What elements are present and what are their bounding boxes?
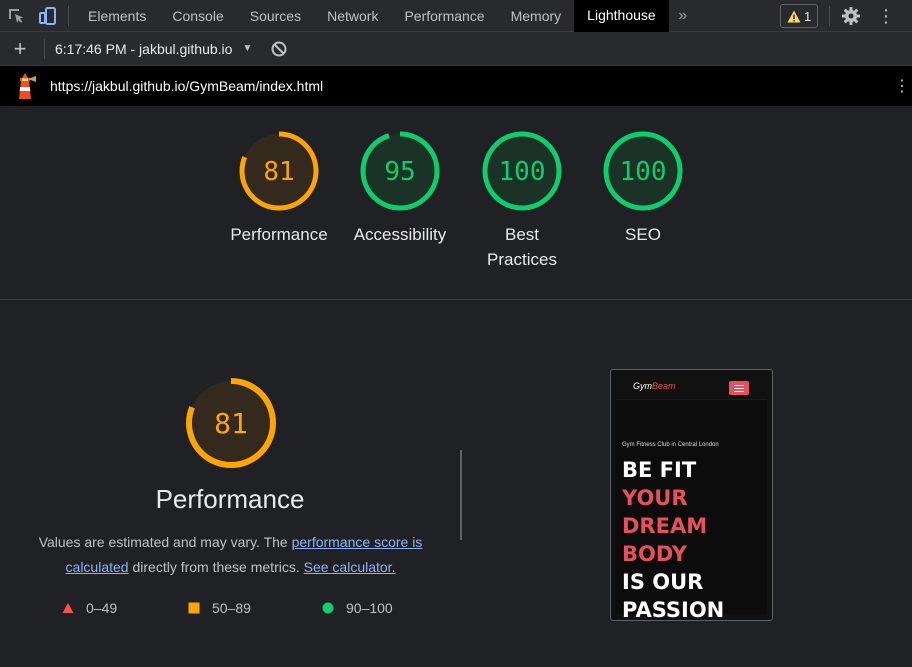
performance-title: Performance: [155, 484, 305, 514]
performance-score-value: 81: [214, 407, 248, 440]
score-value: 100: [620, 157, 667, 187]
tab-console[interactable]: Console: [159, 0, 236, 32]
description-text: Values are estimated and may vary. The: [38, 534, 288, 550]
new-report-button[interactable]: +: [0, 32, 40, 66]
report-selector[interactable]: 6:17:46 PM - jakbul.github.io ▼: [51, 41, 252, 57]
legend-range: 50–89: [212, 600, 251, 616]
toolbar-divider: [829, 6, 830, 26]
section-divider: [460, 450, 462, 540]
warnings-count: 1: [804, 8, 812, 24]
hero-line: PASSION: [622, 598, 725, 621]
tab-performance[interactable]: Performance: [391, 0, 497, 32]
tab-sources[interactable]: Sources: [237, 0, 314, 32]
see-calculator-link[interactable]: See calculator.: [304, 559, 396, 575]
clear-reports-icon[interactable]: [270, 40, 288, 58]
customize-menu-icon[interactable]: ⋮: [874, 4, 898, 28]
toolbar-divider: [44, 38, 45, 59]
toolbar-divider: [68, 5, 69, 26]
legend-item-average: 50–89: [188, 600, 251, 616]
screenshot-logo: GymBeam: [633, 381, 676, 391]
square-icon: [188, 602, 200, 614]
score-label: Performance: [230, 225, 328, 244]
legend-range: 0–49: [86, 600, 118, 616]
score-gauge-accessibility[interactable]: 95 Accessibility: [345, 130, 455, 247]
score-value: 95: [384, 157, 415, 187]
hero-line: DREAM: [622, 514, 708, 538]
lighthouse-logo-icon: [0, 66, 50, 106]
gauge-ring: 100: [482, 131, 562, 211]
report-selector-label: 6:17:46 PM - jakbul.github.io: [55, 40, 233, 57]
hero-line: BODY: [622, 542, 687, 566]
inspect-element-icon[interactable]: [0, 0, 32, 32]
tab-network[interactable]: Network: [314, 0, 391, 32]
performance-section: 81 Performance Values are estimated and …: [0, 300, 912, 667]
lighthouse-toolbar: + 6:17:46 PM - jakbul.github.io ▼: [0, 32, 912, 66]
hero-line: IS OUR: [622, 570, 704, 594]
more-tabs-icon[interactable]: »: [669, 0, 697, 32]
performance-gauge: 81: [186, 378, 276, 468]
settings-gear-icon[interactable]: [838, 4, 864, 28]
legend-item-fail: 0–49: [62, 600, 117, 616]
score-label: Best Practices: [487, 225, 557, 269]
screenshot-page: GymBeam Gym Fitness Club in Central Lond…: [616, 376, 767, 620]
gauge-ring: 100: [603, 131, 683, 211]
devtools-tab-bar: Elements Console Sources Network Perform…: [0, 0, 912, 32]
screenshot-subtitle: Gym Fitness Club in Central London: [622, 442, 719, 448]
screenshot-navbar: GymBeam: [616, 376, 767, 400]
final-screenshot-thumbnail[interactable]: GymBeam Gym Fitness Club in Central Lond…: [610, 369, 773, 621]
hero-line: YOUR: [622, 486, 688, 510]
score-gauge-performance[interactable]: 81 Performance: [224, 130, 334, 247]
report-menu-icon[interactable]: ⋮: [894, 76, 910, 96]
tab-memory[interactable]: Memory: [498, 0, 575, 32]
legend-item-pass: 90–100: [322, 600, 393, 616]
gauge-ring: 95: [360, 131, 440, 211]
warnings-badge[interactable]: 1: [780, 4, 819, 28]
performance-description: Values are estimated and may vary. The p…: [28, 530, 433, 580]
warning-icon: [787, 10, 801, 22]
legend-range: 90–100: [346, 600, 393, 616]
description-text: directly from these metrics.: [132, 559, 300, 575]
score-scale-legend: 0–49 50–89 90–100: [60, 600, 440, 620]
score-value: 100: [499, 157, 546, 187]
gauge-ring: 81: [239, 131, 319, 211]
score-gauge-best-practices[interactable]: 100 Best Practices: [467, 130, 577, 272]
score-value: 81: [263, 157, 294, 187]
dropdown-caret-icon: ▼: [242, 43, 253, 54]
score-summary: 81 Performance 95 Accessibility 100 Best…: [0, 106, 912, 300]
tab-elements[interactable]: Elements: [75, 0, 159, 32]
score-gauge-seo[interactable]: 100 SEO: [588, 130, 698, 247]
score-label: SEO: [625, 225, 661, 244]
report-url-bar: https://jakbul.github.io/GymBeam/index.h…: [0, 66, 912, 106]
hero-line: BE FIT: [622, 458, 697, 482]
device-toolbar-icon[interactable]: [32, 0, 64, 32]
triangle-icon: [62, 603, 74, 613]
circle-icon: [322, 602, 334, 614]
report-url[interactable]: https://jakbul.github.io/GymBeam/index.h…: [50, 78, 323, 94]
screenshot-hero-heading: BE FIT YOUR DREAM BODY IS OUR PASSION: [622, 456, 725, 621]
tab-lighthouse[interactable]: Lighthouse: [574, 0, 669, 32]
score-label: Accessibility: [353, 225, 447, 244]
hamburger-menu-icon: [729, 381, 749, 395]
